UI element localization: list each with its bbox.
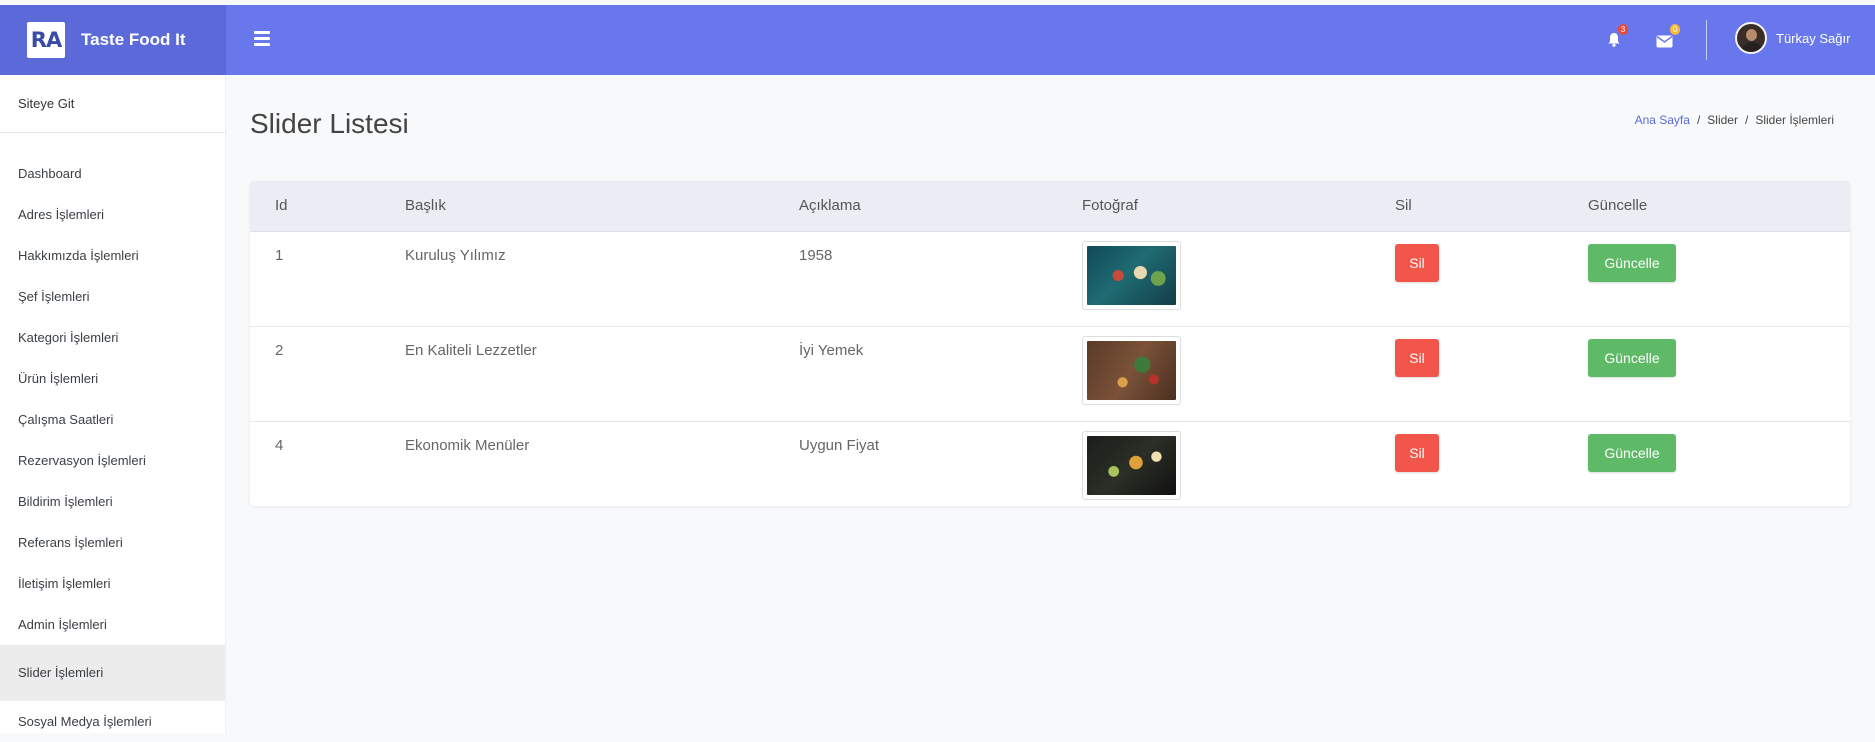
table-row: 2 En Kaliteli Lezzetler İyi Yemek Sil Gü… <box>250 325 1850 421</box>
cell-update: Güncelle <box>1563 325 1850 421</box>
delete-button[interactable]: Sil <box>1395 243 1439 282</box>
delete-button[interactable]: Sil <box>1395 338 1439 377</box>
sidebar-item-slider[interactable]: Slider İşlemleri <box>0 645 225 701</box>
sidebar-item-address[interactable]: Adres İşlemleri <box>0 194 225 235</box>
avatar <box>1735 22 1767 54</box>
column-header-description: Açıklama <box>774 181 1057 232</box>
cell-description: Uygun Fiyat <box>774 420 1057 506</box>
column-header-title: Başlık <box>380 181 774 232</box>
cell-update: Güncelle <box>1563 420 1850 506</box>
brand[interactable]: RA Taste Food It <box>0 5 226 75</box>
cell-id: 4 <box>250 420 380 506</box>
cell-id: 1 <box>275 246 284 264</box>
sidebar-item-social-media[interactable]: Sosyal Medya İşlemleri <box>0 701 225 742</box>
table-row: 4 Ekonomik Menüler Uygun Fiyat Sil Günce… <box>250 420 1850 506</box>
navbar-divider <box>1706 20 1707 60</box>
sidebar-item-contact[interactable]: İletişim İşlemleri <box>0 563 225 604</box>
breadcrumb-separator: / <box>1744 113 1749 127</box>
brand-logo: RA <box>27 22 65 58</box>
sidebar-item-reservation[interactable]: Rezervasyon İşlemleri <box>0 440 225 481</box>
cell-photo <box>1057 325 1370 421</box>
cell-delete: Sil <box>1370 231 1563 326</box>
breadcrumb-separator: / <box>1696 113 1701 127</box>
sidebar-item-category[interactable]: Kategori İşlemleri <box>0 317 225 358</box>
sidebar-item-chef[interactable]: Şef İşlemleri <box>0 276 225 317</box>
cell-photo <box>1057 420 1370 506</box>
envelope-icon[interactable]: 0 <box>1654 24 1680 53</box>
update-button[interactable]: Güncelle <box>1588 338 1676 377</box>
cell-delete: Sil <box>1370 325 1563 421</box>
sidebar-item-notification[interactable]: Bildirim İşlemleri <box>0 481 225 522</box>
sidebar-item-product[interactable]: Ürün İşlemleri <box>0 358 225 399</box>
cell-delete: Sil <box>1370 420 1563 506</box>
slider-photo <box>1082 240 1181 310</box>
delete-button[interactable]: Sil <box>1395 433 1439 472</box>
cell-description: 1958 <box>799 246 833 264</box>
slider-table: Id Başlık Açıklama Fotoğraf Sil Güncelle… <box>250 181 1850 506</box>
sidebar-item-dashboard[interactable]: Dashboard <box>0 153 225 194</box>
top-bar: RA Taste Food It 3 0 Türkay Sağır <box>0 5 1875 75</box>
update-button[interactable]: Güncelle <box>1588 433 1676 472</box>
sidebar: Siteye Git Dashboard Adres İşlemleri Hak… <box>0 75 226 733</box>
sidebar-menu: Dashboard Adres İşlemleri Hakkımızda İşl… <box>0 153 225 742</box>
column-header-id: Id <box>250 181 380 232</box>
cell-title: Ekonomik Menüler <box>380 420 774 506</box>
navbar: 3 0 Türkay Sağır <box>226 5 1875 75</box>
user-menu[interactable]: Türkay Sağır <box>1735 22 1850 54</box>
slider-table-card: Id Başlık Açıklama Fotoğraf Sil Güncelle… <box>250 181 1850 506</box>
table-header-row: Id Başlık Açıklama Fotoğraf Sil Güncelle <box>250 181 1850 232</box>
user-name: Türkay Sağır <box>1776 30 1851 46</box>
cell-title: En Kaliteli Lezzetler <box>380 325 774 421</box>
sidebar-item-admin[interactable]: Admin İşlemleri <box>0 604 225 645</box>
notifications-badge: 3 <box>1618 24 1628 35</box>
breadcrumb-current: Slider İşlemleri <box>1755 113 1834 127</box>
column-header-photo: Fotoğraf <box>1057 181 1370 232</box>
brand-name: Taste Food It <box>81 30 186 49</box>
sidebar-item-about[interactable]: Hakkımızda İşlemleri <box>0 235 225 276</box>
slider-photo <box>1082 430 1181 500</box>
cell-description: İyi Yemek <box>774 325 1057 421</box>
sidebar-site-link[interactable]: Siteye Git <box>0 75 225 133</box>
cell-id: 2 <box>250 325 380 421</box>
breadcrumb-slider: Slider <box>1707 113 1738 127</box>
messages-badge: 0 <box>1670 24 1680 35</box>
bell-icon[interactable]: 3 <box>1602 24 1628 53</box>
cell-update: Güncelle <box>1563 231 1850 326</box>
slider-photo <box>1082 335 1181 405</box>
table-row: 1 Kuruluş Yılımız 1958 Sil Güncelle <box>250 231 1850 326</box>
column-header-delete: Sil <box>1370 181 1563 232</box>
cell-title: Kuruluş Yılımız <box>405 246 506 264</box>
breadcrumb: Ana Sayfa / Slider / Slider İşlemleri <box>1635 113 1834 127</box>
column-header-update: Güncelle <box>1563 181 1850 232</box>
update-button[interactable]: Güncelle <box>1588 243 1676 282</box>
page-title: Slider Listesi <box>250 108 409 139</box>
sidebar-item-working-hours[interactable]: Çalışma Saatleri <box>0 399 225 440</box>
hamburger-icon[interactable] <box>254 31 270 46</box>
sidebar-item-reference[interactable]: Referans İşlemleri <box>0 522 225 563</box>
cell-photo <box>1057 231 1370 326</box>
breadcrumb-home[interactable]: Ana Sayfa <box>1635 113 1690 127</box>
